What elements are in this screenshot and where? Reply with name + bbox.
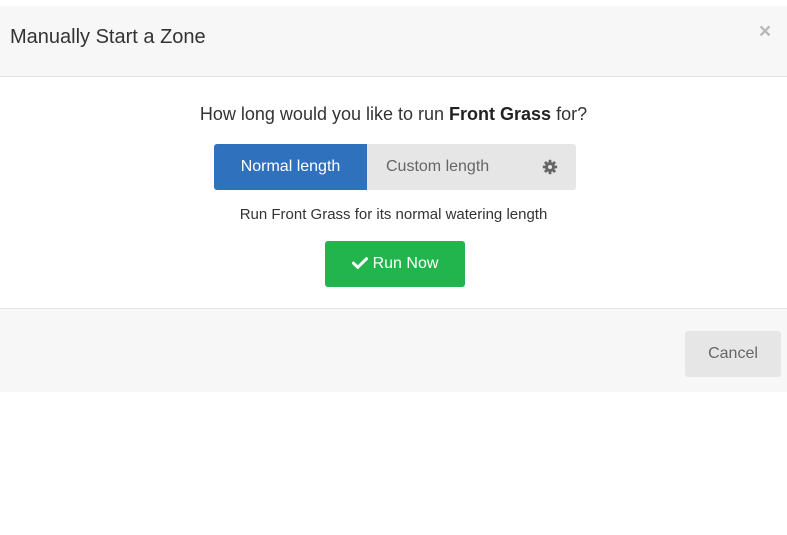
run-now-label: Run Now (372, 255, 439, 272)
gear-icon (542, 159, 558, 175)
question-suffix: for? (551, 104, 588, 124)
start-zone-modal: Manually Start a Zone × How long would y… (0, 6, 787, 392)
question-prefix: How long would you like to run (199, 104, 450, 124)
custom-length-button[interactable]: Custom length (367, 144, 576, 190)
run-question: How long would you like to run Front Gra… (0, 104, 787, 125)
modal-header: Manually Start a Zone × (0, 6, 787, 77)
modal-title: Manually Start a Zone (10, 26, 206, 48)
modal-body: How long would you like to run Front Gra… (0, 77, 787, 309)
normal-length-button[interactable]: Normal length (214, 144, 367, 190)
cancel-button[interactable]: Cancel (685, 331, 781, 377)
close-icon: × (758, 20, 772, 43)
zone-name: Front Grass (449, 104, 552, 124)
run-description: Run Front Grass for its normal watering … (239, 206, 548, 223)
close-button[interactable]: × (756, 20, 774, 43)
check-icon (351, 257, 368, 269)
run-now-button[interactable]: Run Now (325, 241, 465, 287)
modal-footer: Cancel (0, 309, 787, 392)
length-toggle-group: Normal length Custom length (214, 144, 576, 190)
custom-length-label: Custom length (386, 158, 490, 175)
